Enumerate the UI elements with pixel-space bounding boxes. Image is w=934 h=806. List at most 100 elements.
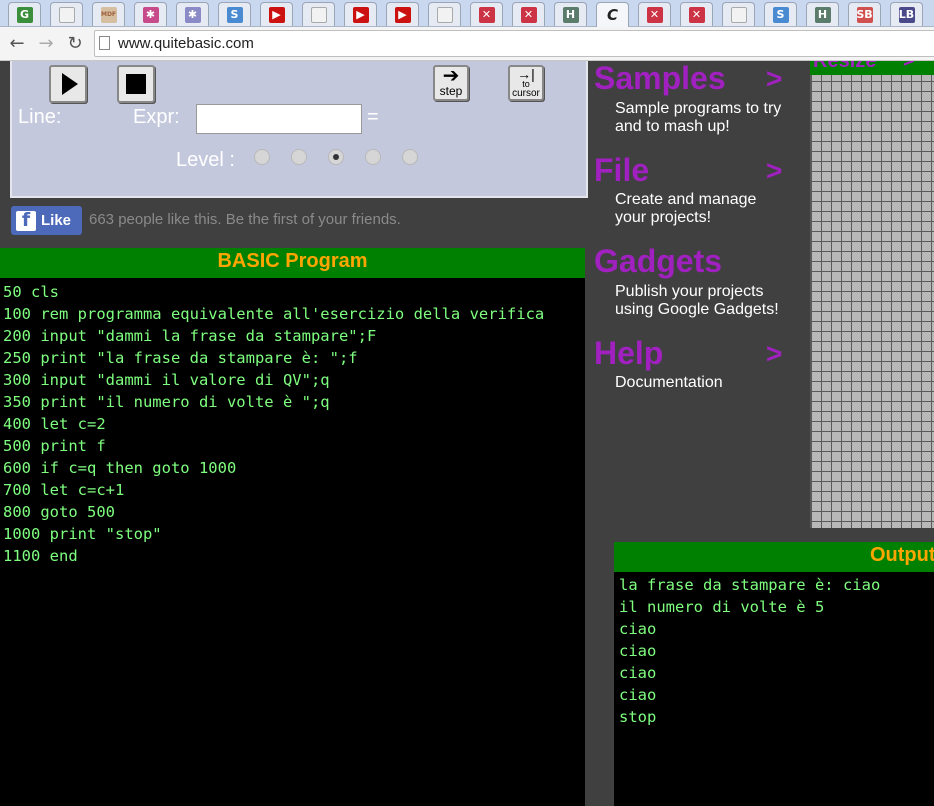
menu-help-arrow-icon[interactable]: >: [766, 338, 782, 370]
line-label: Line:: [18, 106, 62, 128]
code-line[interactable]: 500 print f: [3, 437, 106, 455]
code-line[interactable]: 1100 end: [3, 547, 78, 565]
level-radio-2[interactable]: [291, 149, 307, 165]
forward-button[interactable]: →: [34, 31, 58, 55]
output-line: ciao: [619, 686, 657, 704]
tab-pinwheel-favicon-icon: ✱: [142, 6, 159, 23]
level-radio-4[interactable]: [365, 149, 381, 165]
tab-h-2-favicon-icon: H: [814, 6, 831, 23]
tab-strip: G MDF ✱ ✱ S ▶ ▶ ▶ ✕ ✕ H C ✕ ✕ S H SB LB: [0, 0, 934, 27]
resize-label[interactable]: Resize: [813, 61, 876, 73]
tab-x-2[interactable]: ✕: [512, 2, 545, 26]
menu-samples-arrow-icon[interactable]: >: [766, 63, 782, 95]
tab-youtube-3-favicon-icon: ▶: [394, 6, 411, 23]
stop-button[interactable]: [117, 65, 155, 103]
tab-pinwheel-2[interactable]: ✱: [176, 2, 209, 26]
level-radio-3[interactable]: [328, 149, 344, 165]
tab-blank-2[interactable]: [302, 2, 335, 26]
menu-gadgets-desc-1: Publish your projects: [615, 283, 764, 300]
run-button[interactable]: [49, 65, 87, 103]
code-line[interactable]: 200 input "dammi la frase da stampare";F: [3, 327, 376, 345]
tab-blank-2-favicon-icon: [310, 6, 327, 23]
tab-lb-favicon-icon: LB: [898, 6, 915, 23]
menu-file-title[interactable]: File: [594, 152, 649, 189]
output-line: ciao: [619, 664, 657, 682]
tab-blank-4[interactable]: [722, 2, 755, 26]
code-line[interactable]: 600 if c=q then goto 1000: [3, 459, 236, 477]
tab-h-2[interactable]: H: [806, 2, 839, 26]
menu-gadgets-title[interactable]: Gadgets: [594, 243, 722, 280]
program-editor[interactable]: 50 cls 100 rem programma equivalente all'…: [0, 278, 585, 806]
to-cursor-button[interactable]: →| to cursor: [508, 65, 544, 101]
menu-help-title[interactable]: Help: [594, 335, 663, 372]
to-cursor-label-2: cursor: [512, 88, 540, 99]
code-line[interactable]: 1000 print "stop": [3, 525, 162, 543]
menu-file-desc-2: your projects!: [615, 209, 712, 226]
tab-s[interactable]: S: [218, 2, 251, 26]
tab-x-3[interactable]: ✕: [638, 2, 671, 26]
tab-youtube[interactable]: ▶: [260, 2, 293, 26]
tab-x-4[interactable]: ✕: [680, 2, 713, 26]
stop-icon: [126, 74, 146, 94]
tab-s-2[interactable]: S: [764, 2, 797, 26]
reload-button[interactable]: ↻: [63, 31, 87, 55]
tab-blank-3-favicon-icon: [436, 6, 453, 23]
tab-blank-3[interactable]: [428, 2, 461, 26]
tab-s-2-favicon-icon: S: [772, 6, 789, 23]
output-header: Output: [614, 542, 934, 572]
back-button[interactable]: ←: [5, 31, 29, 55]
level-radio-1[interactable]: [254, 149, 270, 165]
tab-x-2-favicon-icon: ✕: [520, 6, 537, 23]
menu-file-arrow-icon[interactable]: >: [766, 155, 782, 187]
output-line: il numero di volte è 5: [619, 598, 825, 616]
tab-h[interactable]: H: [554, 2, 587, 26]
tab-blank[interactable]: [50, 2, 83, 26]
tab-mdf-favicon-icon: MDF: [100, 6, 117, 23]
tab-x-3-favicon-icon: ✕: [646, 6, 663, 23]
equals-sign: =: [367, 106, 379, 128]
tab-youtube-3[interactable]: ▶: [386, 2, 419, 26]
tab-sb[interactable]: SB: [848, 2, 881, 26]
forward-arrow-icon: →: [38, 32, 54, 54]
code-line[interactable]: 800 goto 500: [3, 503, 115, 521]
tab-blank-favicon-icon: [58, 6, 75, 23]
expr-input[interactable]: [196, 104, 362, 134]
output-line: la frase da stampare è: ciao: [619, 576, 881, 594]
tab-x[interactable]: ✕: [470, 2, 503, 26]
code-line[interactable]: 250 print "la frase da stampare è: ";f: [3, 349, 358, 367]
tab-youtube-favicon-icon: ▶: [268, 6, 285, 23]
tab-c[interactable]: C: [596, 2, 629, 27]
graphics-canvas[interactable]: [810, 61, 934, 528]
menu-help-desc: Documentation: [615, 374, 723, 391]
code-line[interactable]: 300 input "dammi il valore di QV";q: [3, 371, 330, 389]
tab-mdf[interactable]: MDF: [92, 2, 125, 26]
output-line: ciao: [619, 642, 657, 660]
tab-pinwheel[interactable]: ✱: [134, 2, 167, 26]
address-bar[interactable]: www.quitebasic.com: [94, 30, 934, 57]
step-button[interactable]: ➔ step: [433, 65, 469, 101]
tab-h-favicon-icon: H: [562, 6, 579, 23]
tab-x-favicon-icon: ✕: [478, 6, 495, 23]
output-line: ciao: [619, 620, 657, 638]
tab-x-4-favicon-icon: ✕: [688, 6, 705, 23]
tab-lb[interactable]: LB: [890, 2, 923, 26]
step-label: step: [439, 84, 463, 98]
browser-toolbar: ← → ↻ www.quitebasic.com: [0, 27, 934, 61]
tab-youtube-2[interactable]: ▶: [344, 2, 377, 26]
code-line[interactable]: 350 print "il numero di volte è ";q: [3, 393, 330, 411]
code-line[interactable]: 100 rem programma equivalente all'eserci…: [3, 305, 544, 323]
facebook-like-button[interactable]: f Like: [11, 206, 82, 235]
expr-label: Expr:: [133, 106, 180, 128]
program-header: BASIC Program: [0, 248, 585, 278]
tab-s-favicon-icon: S: [226, 6, 243, 23]
code-line[interactable]: 700 let c=c+1: [3, 481, 124, 499]
tab-sb-favicon-icon: SB: [856, 6, 873, 23]
tab-google-g[interactable]: G: [8, 2, 41, 26]
step-arrow-icon: ➔: [442, 65, 460, 87]
level-radio-5[interactable]: [402, 149, 418, 165]
resize-arrow-icon[interactable]: >: [903, 61, 915, 73]
menu-file-desc-1: Create and manage: [615, 191, 757, 208]
code-line[interactable]: 400 let c=2: [3, 415, 106, 433]
code-line[interactable]: 50 cls: [3, 283, 59, 301]
menu-samples-title[interactable]: Samples: [594, 60, 726, 97]
